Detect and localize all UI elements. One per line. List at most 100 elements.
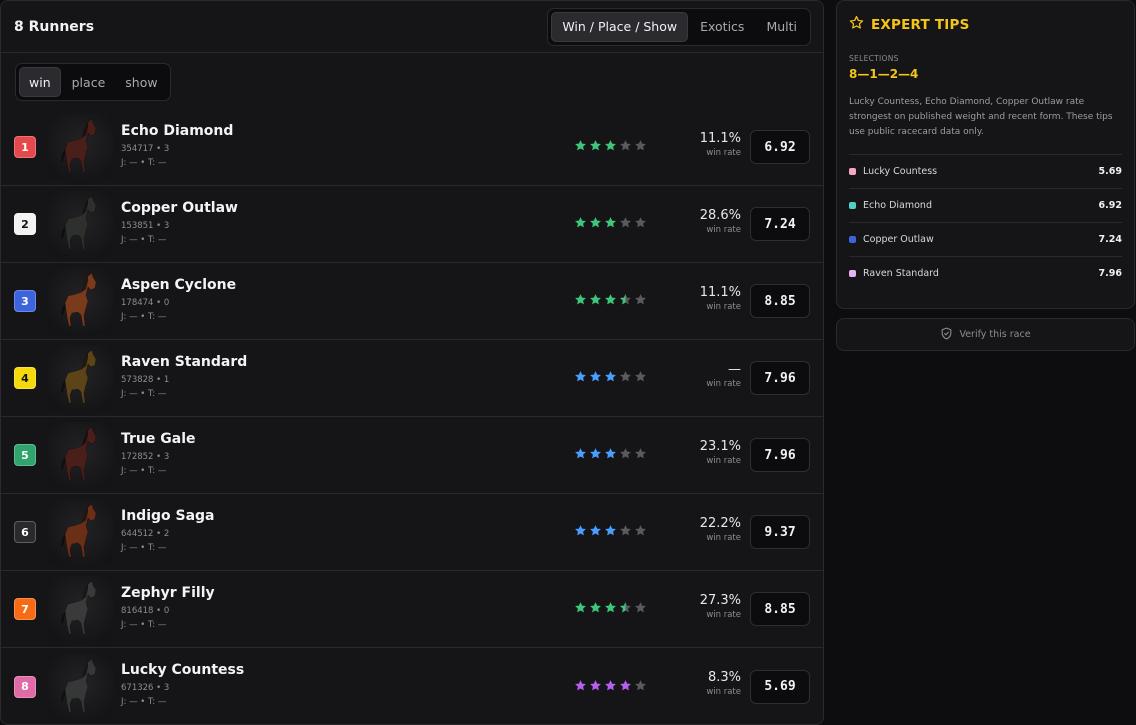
runner-row[interactable]: 8 Lucky Countess 671326 • 3 J: — • T: — 8.3%… [1,648,823,724]
expert-tips-card: EXPERT TIPS SELECTIONS 8—1—2—4 Lucky Cou… [836,0,1135,309]
rating-star-icon [634,293,647,309]
win-rate-label: win rate [706,225,741,235]
rating-star-icon [604,216,617,232]
win-rate-label: win rate [706,533,741,543]
tips-description: Lucky Countess, Echo Diamond, Copper Out… [849,97,1113,137]
star-outline-icon [849,15,864,34]
pick-color-dot [849,168,856,175]
runner-jockey-trainer: J: — • T: — [121,158,167,168]
rating-star-icon [574,370,587,386]
runner-row[interactable]: 3 Aspen Cyclone 178474 • 0 J: — • T: — 11.1%… [1,263,823,340]
horse-image [48,345,114,411]
rating-star-icon [619,293,632,309]
tab-exotics[interactable]: Exotics [690,12,754,42]
win-rate-label: win rate [706,456,741,466]
tip-pick-row: Lucky Countess 5.69 [849,154,1122,188]
runner-jockey-trainer: J: — • T: — [121,466,167,476]
horse-image [48,191,114,257]
runner-jockey-trainer: J: — • T: — [121,389,167,399]
runner-row[interactable]: 5 True Gale 172852 • 3 J: — • T: — 23.1% win … [1,417,823,494]
runner-meta: 671326 • 3 [121,683,170,693]
runner-meta: 172852 • 3 [121,452,170,462]
rating-star-icon [589,370,602,386]
rating-star-icon [589,679,602,695]
odds-button[interactable]: 9.37 [750,515,810,549]
runner-list: 1 Echo Diamond 354717 • 3 J: — • T: — 11.1% w… [1,109,823,724]
pick-name: Echo Diamond [863,200,932,211]
pick-name: Lucky Countess [863,166,938,177]
shield-check-icon [940,325,953,344]
expert-tips-title: EXPERT TIPS [871,16,970,33]
odds-button[interactable]: 7.24 [750,207,810,241]
rating-star-icon [619,447,632,463]
subtab-place[interactable]: place [63,67,115,97]
rating-star-icon [574,139,587,155]
subtab-show[interactable]: show [116,67,166,97]
rating-star-icon [634,524,647,540]
runner-number-badge: 2 [14,213,36,235]
pick-color-dot [849,202,856,209]
rating-star-icon [604,370,617,386]
pick-color-dot [849,270,856,277]
tips-list: Lucky Countess 5.69 Echo Diamond 6.92 Copper… [849,154,1122,290]
odds-button[interactable]: 7.96 [750,438,810,472]
horse-image [48,653,114,720]
odds-button[interactable]: 8.85 [750,592,810,626]
tip-pick-row: Echo Diamond 6.92 [849,188,1122,222]
runner-name: True Gale [121,431,196,447]
tab-multi[interactable]: Multi [756,12,807,42]
rating-star-icon [634,216,647,232]
runner-row[interactable]: 7 Zephyr Filly 816418 • 0 J: — • T: — 27.3% w… [1,571,823,648]
win-rate-label: win rate [706,379,741,389]
odds-button[interactable]: 6.92 [750,130,810,164]
runner-meta: 573828 • 1 [121,375,170,385]
pick-odds: 5.69 [1098,166,1122,177]
odds-button[interactable]: 5.69 [750,669,810,704]
runner-rating [574,139,647,155]
win-rate-value: 23.1% [699,439,741,454]
runner-row[interactable]: 4 Raven Standard 573828 • 1 J: — • T: — — win… [1,340,823,417]
runner-number-badge: 5 [14,444,36,466]
odds-button[interactable]: 8.85 [750,284,810,318]
rating-star-icon [604,447,617,463]
win-rate-value: 28.6% [699,208,741,223]
win-rate-label: win rate [706,687,741,697]
rating-star-icon [589,601,602,617]
runner-jockey-trainer: J: — • T: — [121,312,167,322]
rating-star-icon [589,216,602,232]
subtab-win[interactable]: win [19,67,61,97]
runner-number-badge: 8 [14,675,36,698]
runner-rating [574,447,647,463]
runner-rating [574,601,647,617]
tab-win-place-show[interactable]: Win / Place / Show [551,11,689,42]
pick-odds: 7.96 [1098,268,1122,279]
win-rate-value: 22.2% [699,516,741,531]
rating-star-icon [604,139,617,155]
runner-row[interactable]: 6 Indigo Saga 644512 • 2 J: — • T: — 22.2% wi… [1,494,823,571]
rating-star-icon [619,601,632,617]
rating-star-icon [634,139,647,155]
win-rate-label: win rate [706,302,741,312]
horse-image [48,114,114,180]
runner-number-badge: 4 [14,367,36,389]
rating-star-icon [604,601,617,617]
runner-meta: 354717 • 3 [121,144,170,154]
runner-number-badge: 1 [14,136,36,158]
win-rate-value: 11.1% [699,131,741,146]
rating-star-icon [619,524,632,540]
runner-row[interactable]: 1 Echo Diamond 354717 • 3 J: — • T: — 11.1% w… [1,109,823,186]
odds-button[interactable]: 7.96 [750,361,810,395]
runners-panel: 8 Runners Win / Place / Show Exotics Mul… [0,0,824,725]
pick-odds: 7.24 [1098,234,1122,245]
verify-race-button[interactable]: Verify this race [836,318,1135,351]
runner-row[interactable]: 2 Copper Outlaw 153851 • 3 J: — • T: — 28.6%… [1,186,823,263]
runner-number-badge: 3 [14,290,36,312]
runner-name: Aspen Cyclone [121,277,237,293]
win-rate-value: 27.3% [699,593,741,608]
runner-name: Raven Standard [121,354,248,370]
verify-race-label: Verify this race [959,329,1031,340]
runner-rating [574,524,647,540]
runner-meta: 153851 • 3 [121,221,170,231]
rating-star-icon [574,601,587,617]
win-rate-label: win rate [706,148,741,158]
